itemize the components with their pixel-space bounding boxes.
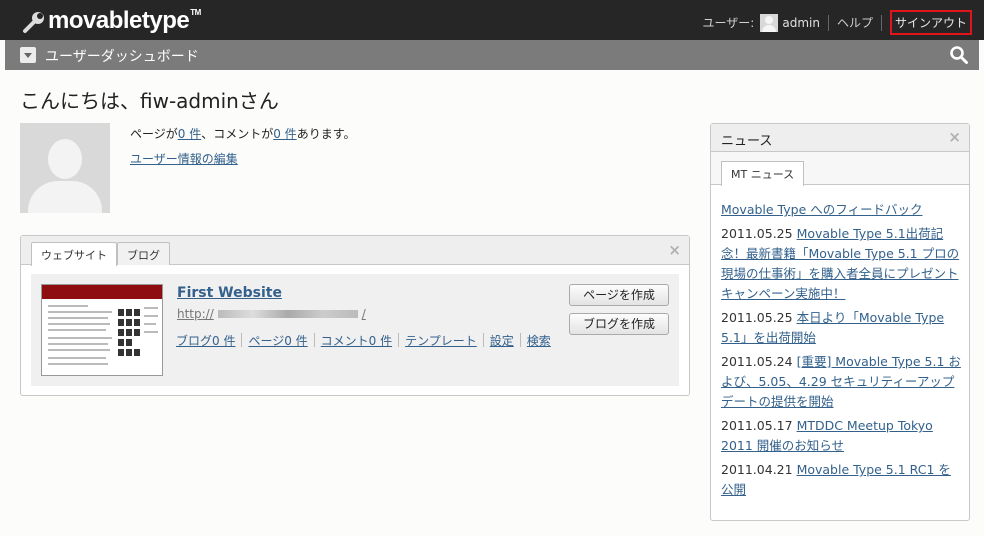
chevron-down-icon[interactable]	[20, 47, 36, 63]
comments-link[interactable]: コメント0 件	[321, 332, 392, 349]
list-item: Movable Type へのフィードバック	[721, 200, 963, 220]
stats-prefix: ページが	[130, 127, 178, 141]
news-date: 2011.05.25	[721, 226, 793, 241]
username-link[interactable]: admin	[782, 16, 820, 30]
news-list: Movable Type へのフィードバック 2011.05.25 Movabl…	[721, 200, 963, 504]
user-label: ユーザー:	[702, 16, 755, 30]
website-thumbnail[interactable]	[41, 284, 163, 376]
create-blog-button[interactable]: ブログを作成	[569, 313, 669, 335]
user-photo	[20, 123, 110, 213]
brand-tm: TM	[190, 8, 201, 17]
widget-header: ニュース ×	[711, 124, 969, 152]
feedback-link[interactable]: Movable Type へのフィードバック	[721, 202, 923, 217]
pages-count-link[interactable]: 0 件	[178, 127, 201, 141]
help-link[interactable]: ヘルプ	[837, 14, 873, 31]
website-links: ブログ0 件 ページ0 件 コメント0 件 テンプレート 設定 検索	[176, 332, 551, 349]
news-date: 2011.04.21	[721, 462, 793, 477]
page-title: ユーザーダッシュボード	[45, 49, 199, 65]
divider	[880, 14, 882, 31]
url-prefix: http://	[177, 307, 214, 321]
settings-link[interactable]: 設定	[490, 332, 514, 349]
templates-link[interactable]: テンプレート	[405, 332, 477, 349]
brand-logo[interactable]: movabletype TM	[22, 7, 201, 35]
news-date: 2011.05.25	[721, 310, 793, 325]
edit-user-link[interactable]: ユーザー情報の編集	[130, 150, 238, 167]
tab-website[interactable]: ウェブサイト	[31, 242, 117, 266]
close-icon[interactable]: ×	[668, 241, 681, 259]
url-redacted	[217, 310, 358, 318]
user-nav: ユーザー: admin ヘルプ サインアウト	[703, 10, 972, 35]
divider	[827, 14, 829, 31]
greeting: こんにちは、fiw-adminさん	[20, 89, 279, 113]
news-tabbar: MT ニュース	[711, 152, 969, 186]
wrench-icon	[23, 12, 44, 33]
pages-link[interactable]: ページ0 件	[248, 332, 307, 349]
stats-text: ページが0 件、コメントが0 件あります。	[130, 125, 356, 143]
list-item: 2011.05.25 本日より「Movable Type 5.1」を出荷開始	[721, 308, 963, 348]
widget-header: ウェブサイト ブログ ×	[21, 236, 689, 266]
website-row: First Website http:// / ブログ0 件 ページ0 件 コメ…	[31, 274, 679, 386]
website-name-link[interactable]: First Website	[177, 285, 282, 301]
stats-suffix: あります。	[296, 127, 356, 141]
list-item: 2011.05.17 MTDDC Meetup Tokyo 2011 開催のお知…	[721, 416, 963, 456]
comments-count-link[interactable]: 0 件	[273, 127, 296, 141]
dashboard-bar: ユーザーダッシュボード	[5, 40, 979, 70]
brand-name: movabletype	[48, 7, 190, 34]
close-icon[interactable]: ×	[948, 128, 961, 146]
url-suffix: /	[361, 307, 366, 321]
search-link[interactable]: 検索	[527, 332, 551, 349]
list-item: 2011.04.21 Movable Type 5.1 RC1 を公開	[721, 460, 963, 500]
stats-middle: 、コメントが	[201, 127, 274, 141]
signout-link[interactable]: サインアウト	[889, 10, 972, 35]
top-bar: movabletype TM ユーザー: admin ヘルプ サインアウト	[0, 0, 984, 40]
website-widget: ウェブサイト ブログ × First Website http:// / ブログ…	[20, 235, 690, 396]
website-url[interactable]: http:// /	[177, 307, 366, 321]
news-date: 2011.05.24	[721, 354, 793, 369]
news-date: 2011.05.17	[721, 418, 793, 433]
tab-blog[interactable]: ブログ	[117, 242, 170, 265]
list-item: 2011.05.24 [重要] Movable Type 5.1 および、5.0…	[721, 352, 963, 412]
create-page-button[interactable]: ページを作成	[569, 284, 669, 306]
news-widget: ニュース × MT ニュース Movable Type へのフィードバック 20…	[710, 123, 970, 521]
list-item: 2011.05.25 Movable Type 5.1出荷記念！最新書籍「Mov…	[721, 224, 963, 304]
tab-mt-news[interactable]: MT ニュース	[721, 161, 805, 186]
news-title: ニュース	[721, 134, 773, 149]
avatar[interactable]	[760, 13, 779, 32]
blogs-link[interactable]: ブログ0 件	[176, 332, 235, 349]
search-icon[interactable]	[949, 45, 969, 65]
